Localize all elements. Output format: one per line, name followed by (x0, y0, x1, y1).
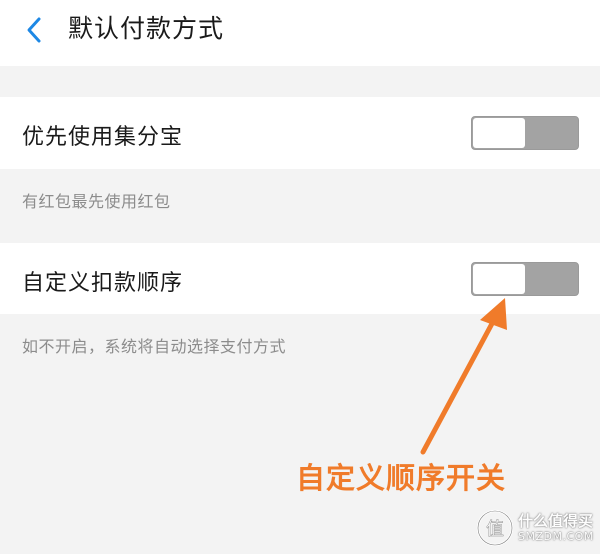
svg-text:值: 值 (486, 519, 504, 540)
watermark-en: SMZDM.COM (518, 530, 594, 543)
setting-row-prefer-fund: 优先使用集分宝 (0, 97, 600, 169)
annotation-label: 自定义顺序开关 (296, 461, 507, 495)
setting-hint: 如不开启，系统将自动选择支付方式 (22, 337, 287, 356)
custom-order-toggle[interactable] (471, 262, 579, 296)
toggle-knob (473, 264, 525, 294)
setting-label: 自定义扣款顺序 (22, 271, 184, 296)
chevron-left-icon (27, 17, 41, 43)
watermark: 值 什么值得买 SMZDM.COM (476, 506, 596, 550)
page-title: 默认付款方式 (68, 14, 225, 43)
setting-hint: 有红包最先使用红包 (22, 192, 171, 211)
smzdm-logo-icon: 值 (476, 509, 514, 547)
toggle-knob (473, 118, 525, 148)
app-header: 默认付款方式 (0, 0, 600, 66)
prefer-fund-toggle[interactable] (471, 116, 579, 150)
setting-label: 优先使用集分宝 (22, 125, 184, 150)
watermark-cn: 什么值得买 (518, 512, 594, 530)
setting-row-custom-order: 自定义扣款顺序 (0, 243, 600, 314)
back-button[interactable] (14, 10, 54, 50)
